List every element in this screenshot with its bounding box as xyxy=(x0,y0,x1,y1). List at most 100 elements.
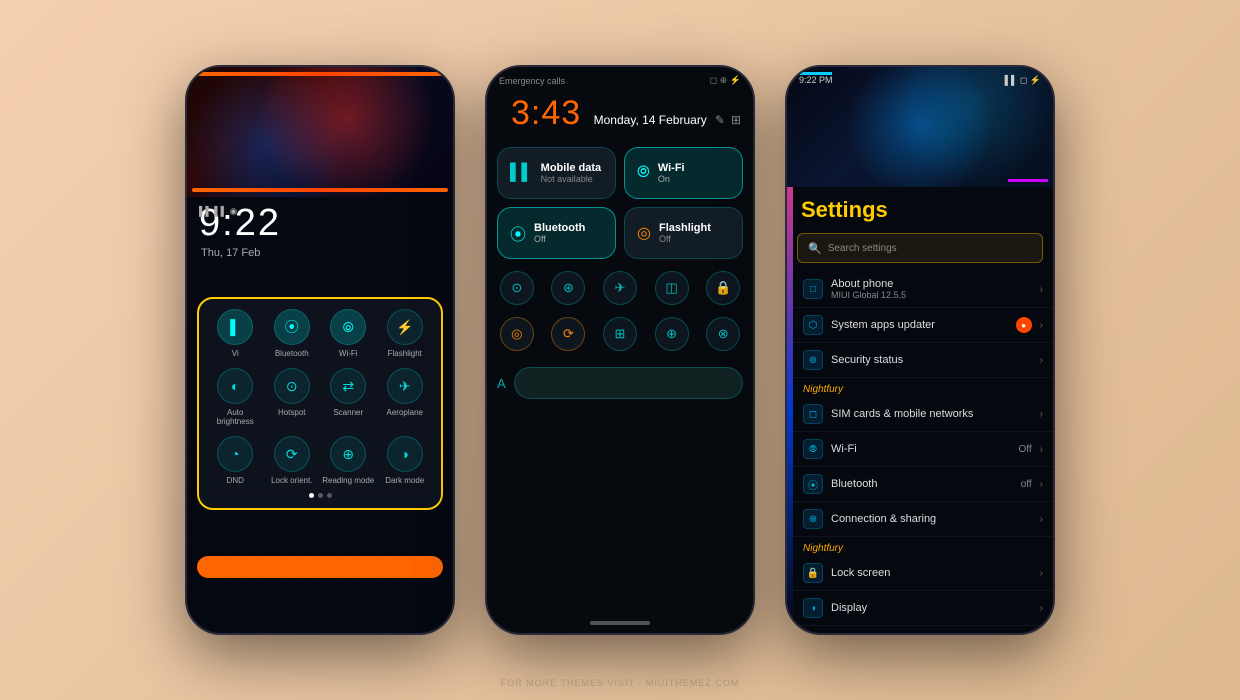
display-name: Display xyxy=(831,602,1032,614)
home-indicator xyxy=(590,621,650,625)
phone1-hero xyxy=(187,67,453,197)
phone3: 9:22 PM ▌▌ ◻ ⚡ Settings 🔍 Search setting… xyxy=(785,65,1055,635)
quick-icon-airplane[interactable]: ✈ xyxy=(603,271,637,305)
dot-1 xyxy=(309,493,314,498)
qp-label-hotspot: Hotspot xyxy=(278,408,306,417)
wifi-status: On xyxy=(658,174,685,184)
mobile-data-name: Mobile data xyxy=(541,162,602,174)
qp-label-reading: Reading mode xyxy=(322,476,374,485)
about-phone-text: About phone MIUI Global 12.5.5 xyxy=(831,278,1032,300)
quick-icon-10[interactable]: ⊗ xyxy=(706,317,740,351)
mobile-data-status: Not available xyxy=(541,174,602,184)
settings-item-bluetooth[interactable]: ⦿ Bluetooth off › xyxy=(793,467,1053,502)
quick-icon-2[interactable]: ⊛ xyxy=(551,271,585,305)
qp-item-aeroplane[interactable]: ✈ Aeroplane xyxy=(377,368,432,426)
p2-clock-date: Monday, 14 February xyxy=(594,113,707,127)
chevron-right-icon: › xyxy=(1040,284,1043,295)
settings-item-security[interactable]: ⊛ Security status › xyxy=(793,343,1053,378)
qp-item-hotspot[interactable]: ⊙ Hotspot xyxy=(264,368,319,426)
bluetooth-icon: ⦿ xyxy=(510,221,526,245)
flashlight-name: Flashlight xyxy=(659,222,711,234)
qp-icon-aeroplane: ✈ xyxy=(387,368,423,404)
quick-icon-5[interactable]: 🔒 xyxy=(706,271,740,305)
qp-item-flashlight[interactable]: ⚡ Flashlight xyxy=(377,309,432,358)
search-placeholder: Search settings xyxy=(828,243,897,254)
qp-icon-bluetooth: ⦿ xyxy=(274,309,310,345)
qp-icon-lockrotate: ⟳ xyxy=(274,436,310,472)
quick-icon-4[interactable]: ◫ xyxy=(655,271,689,305)
toggle-mobile-data[interactable]: ▌▌ Mobile data Not available xyxy=(497,147,616,199)
wifi-name: Wi-Fi xyxy=(658,162,685,174)
toggle-wifi[interactable]: ⦾ Wi-Fi On xyxy=(624,147,743,199)
p2-grid-icon[interactable]: ⊞ xyxy=(731,113,741,127)
quick-icon-1[interactable]: ⊙ xyxy=(500,271,534,305)
qp-item-dnd[interactable]: ◔ DND xyxy=(208,436,263,485)
qp-label-aeroplane: Aeroplane xyxy=(387,408,423,417)
quick-panel: ▌ Vi ⦿ Bluetooth ⦾ Wi-Fi ⚡ Flashlight xyxy=(197,297,443,510)
qp-label-flashlight: Flashlight xyxy=(388,349,422,358)
settings-item-lockscreen[interactable]: 🔒 Lock screen › xyxy=(793,556,1053,591)
settings-search[interactable]: 🔍 Search settings xyxy=(797,233,1043,263)
p3-hero-image: 9:22 PM ▌▌ ◻ ⚡ xyxy=(787,67,1053,187)
system-apps-text: System apps updater xyxy=(831,319,1008,331)
settings-item-sim[interactable]: ◻ SIM cards & mobile networks › xyxy=(793,397,1053,432)
section-nightfury-2: Nightfury xyxy=(793,537,1053,556)
display-icon: ◑ xyxy=(803,598,823,618)
settings-item-display[interactable]: ◑ Display › xyxy=(793,591,1053,626)
p2-edit-icon[interactable]: ✎ xyxy=(715,113,725,127)
settings-list: □ About phone MIUI Global 12.5.5 › ⬡ Sys… xyxy=(787,271,1053,633)
connection-text: Connection & sharing xyxy=(831,513,1032,525)
bluetooth-status: Off xyxy=(534,234,585,244)
security-text: Security status xyxy=(831,354,1032,366)
p2-status-bar: Emergency calls ◻ ⊕ ⚡ xyxy=(487,67,753,90)
qp-label-lockrotate: Lock orient. xyxy=(271,476,312,485)
p2-search-bar[interactable] xyxy=(514,367,743,399)
qp-label-bluetooth: Bluetooth xyxy=(275,349,309,358)
settings-item-about-phone[interactable]: □ About phone MIUI Global 12.5.5 › xyxy=(793,271,1053,308)
sim-icon: ◻ xyxy=(803,404,823,424)
qp-icon-wifi: ⦾ xyxy=(330,309,366,345)
connection-name: Connection & sharing xyxy=(831,513,1032,525)
page-dots xyxy=(207,493,433,498)
qp-item-darkmode[interactable]: ◑ Dark mode xyxy=(377,436,432,485)
watermark: FOR MORE THEMES VISIT - MIUITHEMEZ.COM xyxy=(501,678,740,688)
p2-battery-icons: ◻ ⊕ ⚡ xyxy=(710,75,741,86)
chevron-right-icon-9: › xyxy=(1040,603,1043,614)
lockscreen-name: Lock screen xyxy=(831,567,1032,579)
qp-icon-vi: ▌ xyxy=(217,309,253,345)
p3-side-decoration xyxy=(787,187,793,633)
qp-icon-reading: ⊕ xyxy=(330,436,366,472)
qp-item-lockrotate[interactable]: ⟳ Lock orient. xyxy=(264,436,319,485)
wifi-text: Wi-Fi On xyxy=(658,162,685,184)
wifi-settings-name: Wi-Fi xyxy=(831,443,1011,455)
qp-item-brightness[interactable]: ◐ Auto brightness xyxy=(208,368,263,426)
qp-item-reading[interactable]: ⊕ Reading mode xyxy=(321,436,376,485)
quick-icon-7[interactable]: ⟳ xyxy=(551,317,585,351)
bluetooth-settings-value: off xyxy=(1021,479,1032,490)
quick-icon-8[interactable]: ⊞ xyxy=(603,317,637,351)
p3-status-bar: 9:22 PM ▌▌ ◻ ⚡ xyxy=(799,75,1041,86)
settings-item-sound[interactable]: ◎ Sound & vibration › xyxy=(793,626,1053,633)
flashlight-icon: ◎ xyxy=(637,223,651,243)
bluetooth-text: Bluetooth Off xyxy=(534,222,585,244)
qp-label-dnd: DND xyxy=(227,476,244,485)
settings-item-system-apps[interactable]: ⬡ System apps updater ● › xyxy=(793,308,1053,343)
toggle-bluetooth[interactable]: ⦿ Bluetooth Off xyxy=(497,207,616,259)
settings-item-connection[interactable]: ⊕ Connection & sharing › xyxy=(793,502,1053,537)
toggle-flashlight[interactable]: ◎ Flashlight Off xyxy=(624,207,743,259)
qp-row-1: ▌ Vi ⦿ Bluetooth ⦾ Wi-Fi ⚡ Flashlight xyxy=(207,309,433,358)
update-badge: ● xyxy=(1016,317,1032,333)
qp-item-scanner[interactable]: ⇄ Scanner xyxy=(321,368,376,426)
qp-item-bluetooth[interactable]: ⦿ Bluetooth xyxy=(264,309,319,358)
security-name: Security status xyxy=(831,354,1032,366)
flashlight-status: Off xyxy=(659,234,711,244)
qp-item-wifi[interactable]: ⦾ Wi-Fi xyxy=(321,309,376,358)
brightness-slider[interactable] xyxy=(197,556,443,578)
quick-icon-6[interactable]: ◎ xyxy=(500,317,534,351)
status-bar: ▌▌ ▌▌ ◉ xyxy=(187,202,453,221)
wifi-settings-text: Wi-Fi xyxy=(831,443,1011,455)
quick-icon-9[interactable]: ⊕ xyxy=(655,317,689,351)
qp-item-vi[interactable]: ▌ Vi xyxy=(208,309,263,358)
settings-item-wifi[interactable]: ⦾ Wi-Fi Off › xyxy=(793,432,1053,467)
clock-date: Thu, 17 Feb xyxy=(187,247,453,259)
